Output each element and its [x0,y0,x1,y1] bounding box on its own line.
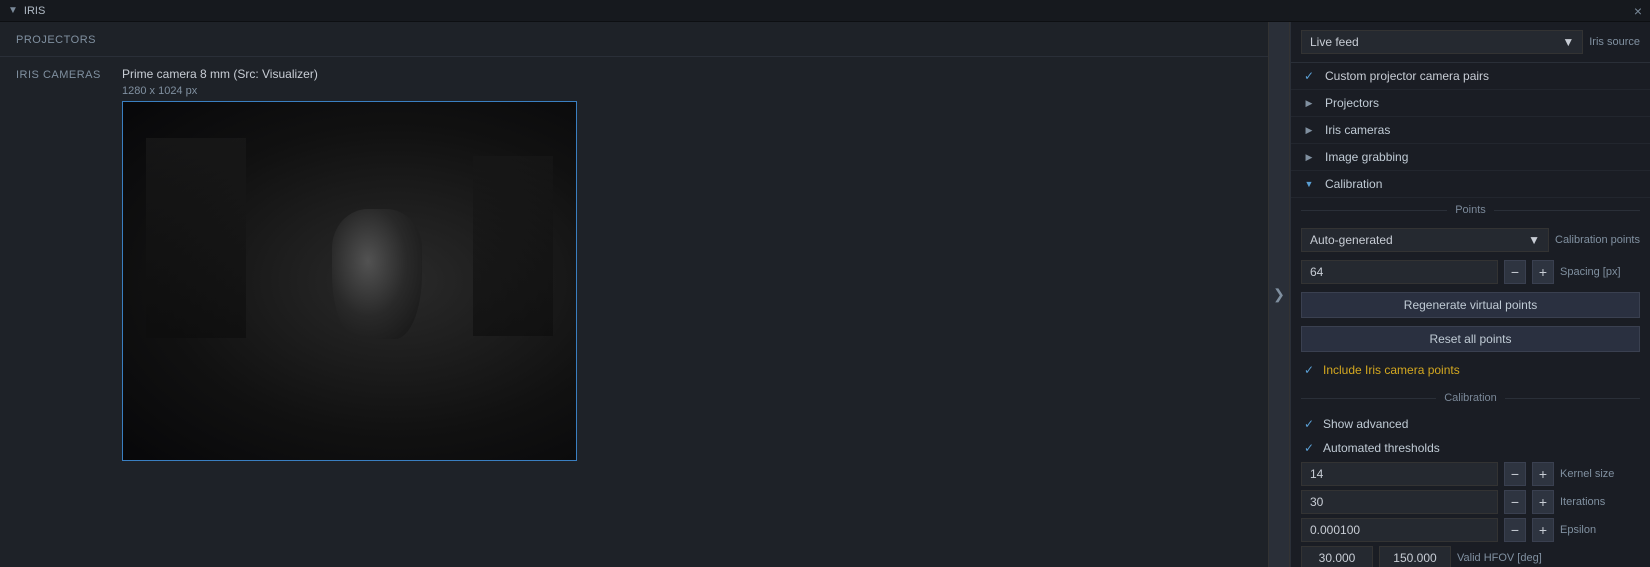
kernel-row: − + Kernel size [1301,460,1640,488]
calibration-section: ✓ Show advanced ✓ Automated thresholds −… [1291,410,1650,567]
epsilon-input[interactable] [1301,518,1498,542]
reset-btn[interactable]: Reset all points [1301,326,1640,352]
menu-label-projectors: Projectors [1325,96,1379,110]
camera-content: Prime camera 8 mm (Src: Visualizer) 1280… [122,67,577,461]
camera-info: Prime camera 8 mm (Src: Visualizer) [122,67,577,81]
automated-thresholds-label: Automated thresholds [1323,441,1440,455]
menu-label-image-grabbing: Image grabbing [1325,150,1408,164]
check-icon-custom-pairs: ✓ [1301,68,1317,84]
hfov-row: Valid HFOV [deg] [1301,544,1640,567]
right-panel: Live feed ▼ Iris source ✓ Custom project… [1290,22,1650,567]
epsilon-row: − + Epsilon [1301,516,1640,544]
epsilon-minus-btn[interactable]: − [1504,518,1526,542]
close-button[interactable]: × [1634,4,1642,18]
show-advanced-check-icon: ✓ [1301,416,1317,432]
hfov-label: Valid HFOV [deg] [1457,552,1547,564]
camera-image-inner [123,102,576,460]
epsilon-plus-btn[interactable]: + [1532,518,1554,542]
iterations-row: − + Iterations [1301,488,1640,516]
spacing-plus-btn[interactable]: + [1532,260,1554,284]
include-iris-check-icon: ✓ [1301,362,1317,378]
iterations-label: Iterations [1560,496,1640,508]
spacing-input[interactable] [1301,260,1498,284]
points-divider: Points [1291,198,1650,222]
calibration-divider-text: Calibration [1444,392,1497,404]
spacing-minus-btn[interactable]: − [1504,260,1526,284]
triangle-icon-projectors: ▶ [1301,95,1317,111]
include-iris-row[interactable]: ✓ Include Iris camera points [1301,358,1640,382]
camera-size: 1280 x 1024 px [122,85,577,97]
title-bar: ▼ IRIS × [0,0,1650,22]
points-divider-text: Points [1455,204,1486,216]
title-text: IRIS [24,5,45,17]
projectors-section: PROJECTORS [0,22,1268,57]
points-type-label: Auto-generated [1310,233,1393,247]
spacing-label: Spacing [px] [1560,266,1640,278]
epsilon-label: Epsilon [1560,524,1640,536]
kernel-input[interactable] [1301,462,1498,486]
bg-right [473,156,553,336]
points-type-arrow: ▼ [1528,233,1540,247]
kernel-plus-btn[interactable]: + [1532,462,1554,486]
kernel-label: Kernel size [1560,468,1640,480]
automated-thresholds-check-icon: ✓ [1301,440,1317,456]
show-advanced-label: Show advanced [1323,417,1408,431]
iris-source-label: Iris source [1589,36,1640,48]
cameras-section: IRIS CAMERAS Prime camera 8 mm (Src: Vis… [0,57,1268,471]
menu-item-custom-pairs[interactable]: ✓ Custom projector camera pairs [1291,63,1650,90]
menu-label-custom-pairs: Custom projector camera pairs [1325,69,1489,83]
left-panel: PROJECTORS IRIS CAMERAS Prime camera 8 m… [0,22,1268,567]
title-icon: ▼ [8,5,18,16]
main-layout: PROJECTORS IRIS CAMERAS Prime camera 8 m… [0,22,1650,567]
triangle-icon-calibration: ▼ [1301,176,1317,192]
menu-item-calibration[interactable]: ▼ Calibration [1291,171,1650,198]
cameras-label: IRIS CAMERAS [16,67,106,81]
camera-image [122,101,577,461]
hfov-max-input[interactable] [1379,546,1451,567]
regenerate-btn[interactable]: Regenerate virtual points [1301,292,1640,318]
bg-left [146,138,246,338]
include-iris-label: Include Iris camera points [1323,363,1460,377]
collapse-icon: ❯ [1273,286,1285,303]
points-type-row: Auto-generated ▼ Calibration points [1301,226,1640,254]
calibration-points-label: Calibration points [1555,234,1640,246]
iterations-minus-btn[interactable]: − [1504,490,1526,514]
vase-shape [332,209,422,339]
menu-item-iris-cameras[interactable]: ▶ Iris cameras [1291,117,1650,144]
menu-label-calibration: Calibration [1325,177,1382,191]
menu-label-iris-cameras: Iris cameras [1325,123,1390,137]
projectors-label: PROJECTORS [16,34,96,46]
live-feed-dropdown[interactable]: Live feed ▼ [1301,30,1583,54]
collapse-arrow[interactable]: ❯ [1268,22,1290,567]
calibration-divider: Calibration [1291,386,1650,410]
points-type-dropdown[interactable]: Auto-generated ▼ [1301,228,1549,252]
spacing-row: − + Spacing [px] [1301,258,1640,286]
iterations-input[interactable] [1301,490,1498,514]
show-advanced-row[interactable]: ✓ Show advanced [1301,412,1640,436]
triangle-icon-image-grabbing: ▶ [1301,149,1317,165]
menu-item-image-grabbing[interactable]: ▶ Image grabbing [1291,144,1650,171]
kernel-minus-btn[interactable]: − [1504,462,1526,486]
iterations-plus-btn[interactable]: + [1532,490,1554,514]
menu-item-projectors[interactable]: ▶ Projectors [1291,90,1650,117]
triangle-icon-iris-cameras: ▶ [1301,122,1317,138]
live-feed-row: Live feed ▼ Iris source [1291,22,1650,63]
automated-thresholds-row[interactable]: ✓ Automated thresholds [1301,436,1640,460]
live-feed-arrow: ▼ [1562,35,1574,49]
live-feed-label: Live feed [1310,35,1359,49]
points-section: Auto-generated ▼ Calibration points − + … [1291,222,1650,386]
hfov-min-input[interactable] [1301,546,1373,567]
